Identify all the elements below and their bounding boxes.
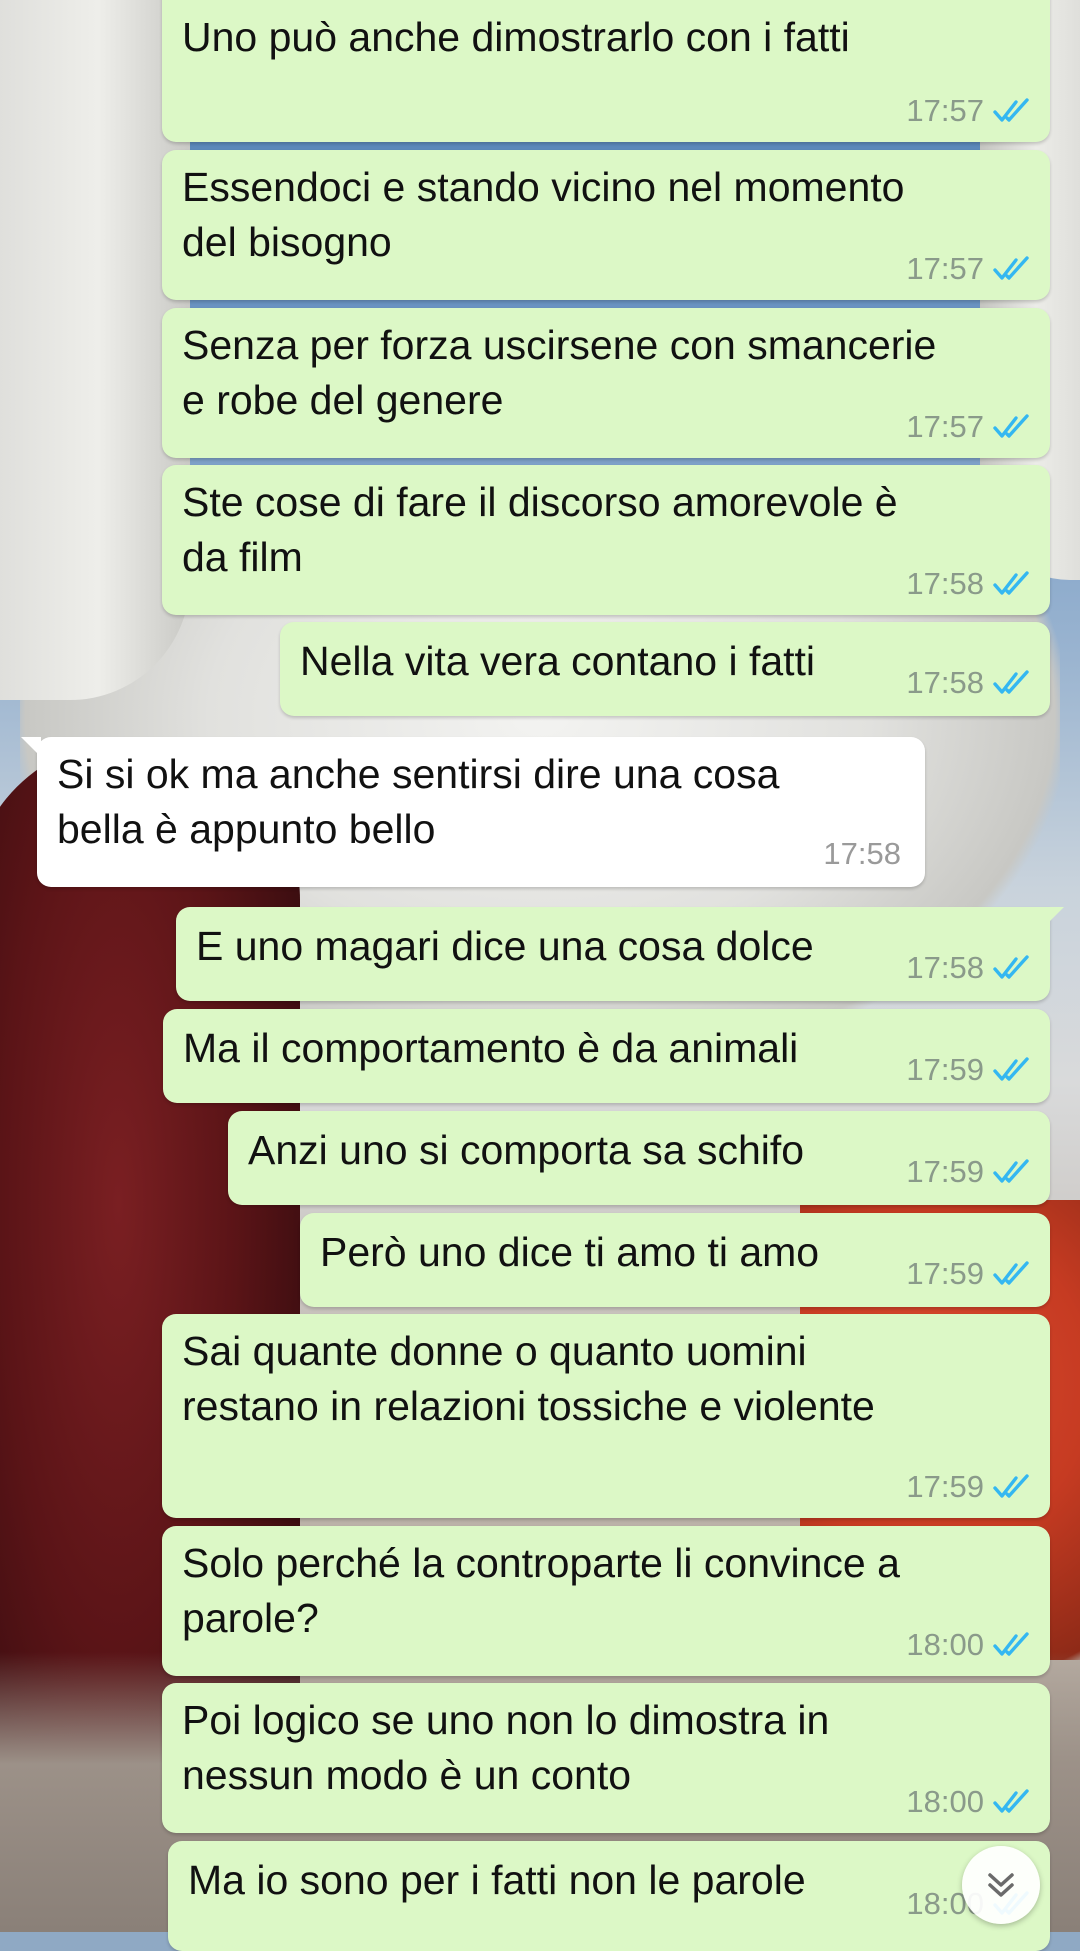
message-time: 17:59 <box>906 1469 984 1504</box>
message-meta: 17:59 <box>906 1257 1032 1291</box>
message-bubble-outgoing[interactable]: Senza per forza uscirsene con smancerie … <box>162 308 1050 458</box>
double-check-icon <box>993 1057 1029 1081</box>
message-bubble-outgoing[interactable]: Sai quante donne o quanto uomini restano… <box>162 1314 1050 1518</box>
double-check-icon <box>993 256 1029 280</box>
double-check-icon <box>993 670 1029 694</box>
message-meta: 17:58 <box>906 567 1032 601</box>
message-bubble-outgoing[interactable]: Però uno dice ti amo ti amo 17:59 <box>300 1213 1050 1307</box>
message-text: Nella vita vera contano i fatti <box>300 638 816 684</box>
message-bubble-outgoing[interactable]: E uno magari dice una cosa dolce 17:58 <box>176 907 1064 1001</box>
double-check-icon <box>993 98 1029 122</box>
message-text: Poi logico se uno non lo dimostra in nes… <box>182 1697 830 1798</box>
message-time: 17:58 <box>906 950 984 985</box>
message-text: Essendoci e stando vicino nel momento de… <box>182 164 905 265</box>
message-bubble-outgoing[interactable]: Anzi uno si comporta sa schifo 17:59 <box>228 1111 1050 1205</box>
message-time: 17:57 <box>906 251 984 286</box>
message-time: 17:58 <box>906 665 984 700</box>
message-meta: 17:58 <box>823 837 901 871</box>
message-bubble-incoming[interactable]: Si si ok ma anche sentirsi dire una cosa… <box>21 737 925 887</box>
message-meta: 17:57 <box>906 410 1032 444</box>
message-time: 17:58 <box>906 566 984 601</box>
message-bubble-outgoing[interactable]: Ma il comportamento è da animali 17:59 <box>163 1009 1050 1103</box>
double-check-icon <box>993 1632 1029 1656</box>
message-text: Si si ok ma anche sentirsi dire una cosa… <box>57 751 780 852</box>
message-meta: 17:59 <box>906 1155 1032 1189</box>
message-text: Sai quante donne o quanto uomini restano… <box>182 1328 875 1429</box>
message-time: 17:57 <box>906 93 984 128</box>
bubble-tail <box>21 737 41 757</box>
message-text: Però uno dice ti amo ti amo <box>320 1229 820 1275</box>
message-meta: 17:59 <box>906 1053 1032 1087</box>
message-time: 17:58 <box>823 836 901 871</box>
message-text: Ste cose di fare il discorso amorevole è… <box>182 479 898 580</box>
message-meta: 18:00 <box>906 1785 1032 1819</box>
message-meta: 17:57 <box>906 94 1032 128</box>
double-check-icon <box>993 1474 1029 1498</box>
message-meta: 17:57 <box>906 252 1032 286</box>
double-check-icon <box>993 1261 1029 1285</box>
message-meta: 17:58 <box>906 951 1032 985</box>
message-bubble-outgoing[interactable]: Uno può anche dimostrarlo con i fatti 17… <box>162 0 1050 142</box>
message-text: Ma il comportamento è da animali <box>183 1025 799 1071</box>
double-check-icon <box>993 414 1029 438</box>
message-bubble-outgoing[interactable]: Essendoci e stando vicino nel momento de… <box>162 150 1050 300</box>
message-text: E uno magari dice una cosa dolce <box>196 923 814 969</box>
message-bubble-outgoing[interactable]: Poi logico se uno non lo dimostra in nes… <box>162 1683 1050 1833</box>
message-time: 17:59 <box>906 1256 984 1291</box>
double-check-icon <box>993 1789 1029 1813</box>
message-time: 17:59 <box>906 1154 984 1189</box>
message-time: 17:57 <box>906 409 984 444</box>
bubble-tail <box>1044 907 1064 927</box>
message-text: Ma io sono per i fatti non le parole <box>188 1857 806 1903</box>
double-chevron-down-icon <box>988 1873 1014 1897</box>
message-text: Uno può anche dimostrarlo con i fatti <box>182 14 850 60</box>
message-text: Anzi uno si comporta sa schifo <box>248 1127 805 1173</box>
message-bubble-outgoing[interactable]: Ste cose di fare il discorso amorevole è… <box>162 465 1050 615</box>
message-text: Senza per forza uscirsene con smancerie … <box>182 322 937 423</box>
scroll-to-bottom-button[interactable] <box>962 1846 1040 1924</box>
message-meta: 17:59 <box>906 1470 1032 1504</box>
message-time: 17:59 <box>906 1052 984 1087</box>
message-time: 18:00 <box>906 1627 984 1662</box>
double-check-icon <box>993 571 1029 595</box>
message-time: 18:00 <box>906 1784 984 1819</box>
message-meta: 18:00 <box>906 1628 1032 1662</box>
message-bubble-outgoing[interactable]: Solo perché la controparte li convince a… <box>162 1526 1050 1676</box>
double-check-icon <box>993 1159 1029 1183</box>
message-text: Solo perché la controparte li convince a… <box>182 1540 900 1641</box>
message-meta: 17:58 <box>906 666 1032 700</box>
message-bubble-outgoing[interactable]: Ma io sono per i fatti non le parole 18:… <box>168 1841 1050 1951</box>
message-bubble-outgoing[interactable]: Nella vita vera contano i fatti 17:58 <box>280 622 1050 716</box>
double-check-icon <box>993 955 1029 979</box>
